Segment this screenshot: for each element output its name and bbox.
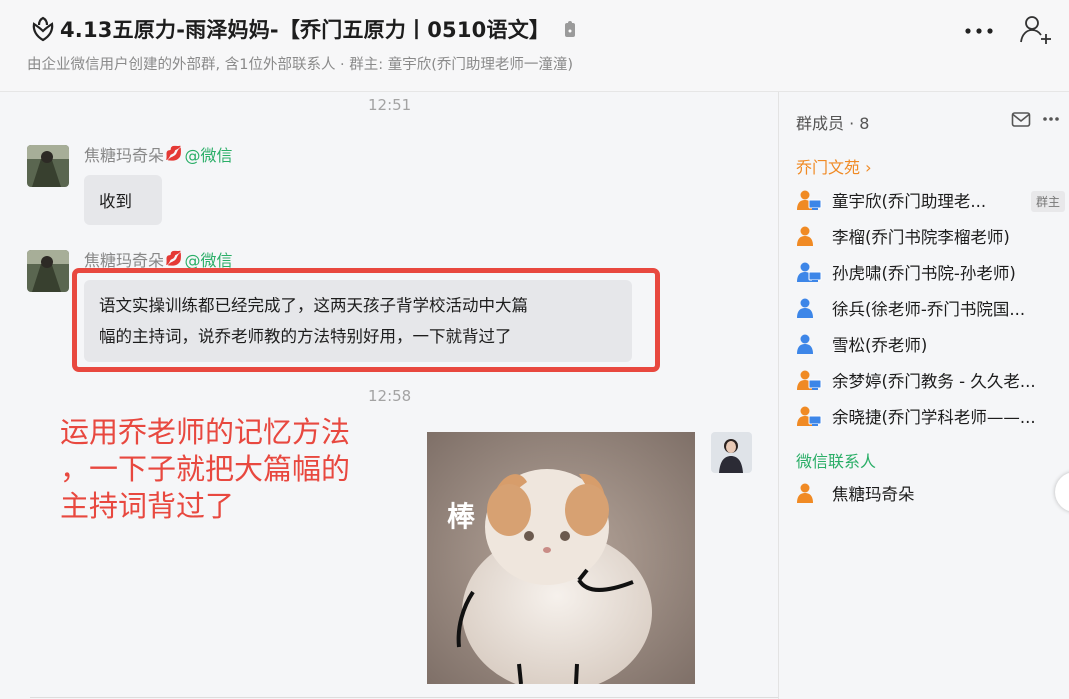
- red-annotation: 运用乔老师的记忆方法 ，一下子就把大篇幅的 主持词背过了: [60, 414, 390, 525]
- chat-subtitle: 由企业微信用户创建的外部群, 含1位外部联系人 · 群主: 童宇欣(乔门助理老师…: [27, 57, 574, 73]
- person-icon: [796, 482, 822, 504]
- chat-area[interactable]: 12:51 焦糖玛奇朵 💋 @微信 收到 焦糖玛奇朵 💋 @微信 语文实操训练都…: [0, 92, 778, 699]
- member-row[interactable]: 李榴(乔门书院李榴老师): [796, 222, 1066, 250]
- lips-icon: 💋: [165, 146, 183, 162]
- avatar[interactable]: [27, 250, 69, 292]
- lips-icon: 💋: [165, 251, 183, 267]
- divider: [30, 697, 778, 698]
- wechat-tag: @微信: [184, 146, 233, 165]
- sender-label: 焦糖玛奇朵: [84, 146, 165, 165]
- timestamp: 12:51: [368, 96, 412, 114]
- member-name: 徐兵(徐老师-乔门书院国...: [832, 300, 1026, 319]
- cat-sticker[interactable]: 棒: [427, 432, 695, 684]
- person-icon: [796, 225, 822, 247]
- member-row[interactable]: 余晓捷(乔门学科老师——...: [796, 402, 1066, 430]
- group-flower-icon: [32, 16, 54, 42]
- mail-icon[interactable]: [1011, 111, 1031, 129]
- person-computer-icon: [796, 369, 822, 391]
- sticker-caption: 棒: [447, 500, 476, 533]
- message-text: 收到: [99, 192, 132, 211]
- sender-name: 焦糖玛奇朵 💋 @微信: [84, 142, 232, 166]
- annotation-line: ，一下子就把大篇幅的: [60, 452, 351, 486]
- member-name: 焦糖玛奇朵: [832, 485, 915, 504]
- member-name: 孙虎啸(乔门书院-孙老师): [832, 264, 1016, 283]
- chat-title: 4.13五原力-雨泽妈妈-【乔门五原力丨0510语文】: [60, 18, 551, 42]
- person-icon: [796, 333, 822, 355]
- more-icon[interactable]: [1041, 109, 1061, 129]
- member-name: 余梦婷(乔门教务 - 久久老...: [832, 372, 1036, 391]
- annotation-line: 主持词背过了: [60, 489, 235, 523]
- person-computer-icon: [796, 405, 822, 427]
- member-name: 雪松(乔老师): [832, 336, 928, 355]
- annotation-line: 运用乔老师的记忆方法: [60, 415, 351, 449]
- lock-icon: [565, 21, 576, 37]
- member-row[interactable]: 焦糖玛奇朵: [796, 479, 1066, 507]
- members-count: 群成员 · 8: [796, 114, 870, 133]
- member-row[interactable]: 徐兵(徐老师-乔门书院国...: [796, 294, 1066, 322]
- member-row[interactable]: 童宇欣(乔门助理老... 群主: [796, 186, 1066, 214]
- chat-header: 4.13五原力-雨泽妈妈-【乔门五原力丨0510语文】 由企业微信用户创建的外部…: [0, 0, 1069, 92]
- add-member-icon[interactable]: [1018, 14, 1054, 46]
- member-row[interactable]: 孙虎啸(乔门书院-孙老师): [796, 258, 1066, 286]
- section-wechat: 微信联系人: [796, 452, 877, 471]
- section-company-label: 乔门文苑: [796, 158, 861, 177]
- person-computer-icon: [796, 189, 822, 211]
- message-bubble[interactable]: 收到: [84, 175, 162, 225]
- title-row: 4.13五原力-雨泽妈妈-【乔门五原力丨0510语文】: [30, 14, 576, 44]
- member-row[interactable]: 雪松(乔老师): [796, 330, 1066, 358]
- highlight-box: [72, 268, 660, 372]
- my-avatar[interactable]: [711, 432, 752, 473]
- avatar[interactable]: [27, 145, 69, 187]
- owner-badge: 群主: [1031, 191, 1066, 212]
- member-name: 李榴(乔门书院李榴老师): [832, 228, 1010, 247]
- more-icon[interactable]: [962, 20, 996, 42]
- section-company[interactable]: 乔门文苑 ›: [796, 154, 872, 178]
- member-name: 童宇欣(乔门助理老...: [832, 192, 987, 211]
- person-computer-icon: [796, 261, 822, 283]
- member-row[interactable]: 余梦婷(乔门教务 - 久久老...: [796, 366, 1066, 394]
- member-name: 余晓捷(乔门学科老师——...: [832, 408, 1036, 427]
- chevron-right-icon: ›: [865, 158, 872, 177]
- members-panel: 群成员 · 8 乔门文苑 › 童宇欣(乔门助理老... 群主李榴(乔门书院李榴老师…: [778, 92, 1069, 699]
- person-icon: [796, 297, 822, 319]
- timestamp: 12:58: [368, 387, 412, 405]
